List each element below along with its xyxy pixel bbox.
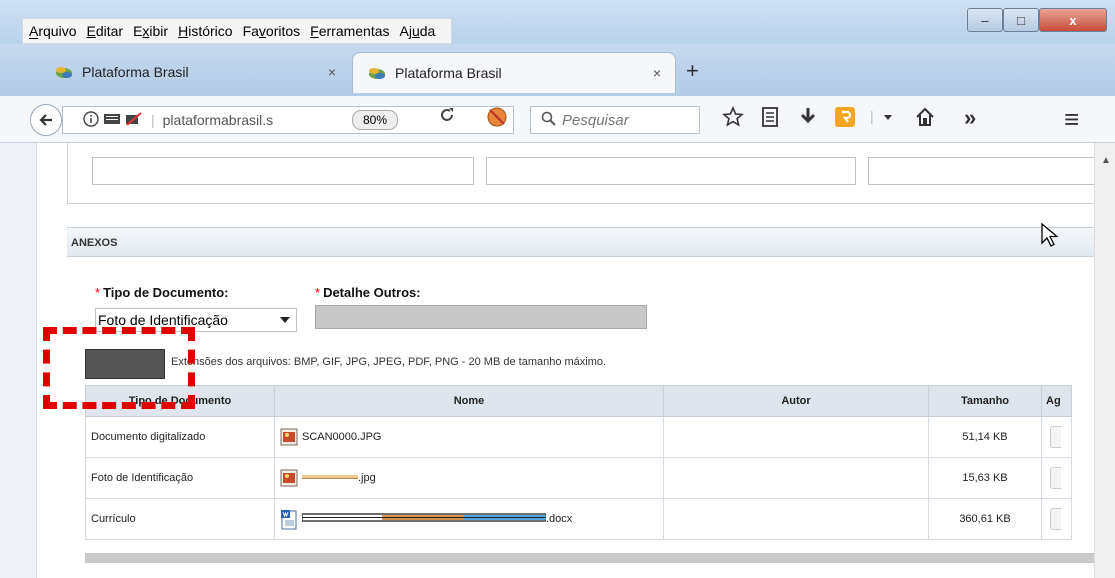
col-acoes[interactable]: Ag	[1041, 385, 1072, 417]
tab-close-icon[interactable]: ×	[328, 64, 336, 80]
hamburger-icon[interactable]: ≡	[1064, 104, 1079, 135]
tab-plataforma-brasil-2[interactable]: Plataforma Brasil ×	[352, 52, 676, 93]
cell-autor	[663, 416, 929, 458]
col-tamanho[interactable]: Tamanho	[928, 385, 1042, 417]
new-tab-button[interactable]: +	[686, 58, 699, 84]
maximize-button[interactable]: □	[1003, 8, 1039, 32]
file-word-icon	[280, 509, 298, 530]
row-action-button[interactable]	[1050, 467, 1061, 489]
cell-autor	[663, 457, 929, 499]
text-field-2[interactable]	[486, 157, 856, 185]
extensions-note: Extensões dos arquivos: BMP, GIF, JPG, J…	[171, 356, 607, 368]
menu-ajuda[interactable]: Ajuda	[400, 23, 436, 39]
chevron-down-icon	[280, 317, 290, 323]
table-footer	[85, 553, 1095, 563]
cell-tipo: Documento digitalizado	[85, 416, 275, 458]
table-row: Currículo .docx 360,61 KB	[85, 498, 1072, 540]
favicon-icon	[367, 65, 387, 81]
bookmarks-list-icon[interactable]	[760, 106, 780, 134]
anexos-section-header: ANEXOS	[67, 227, 1097, 257]
cell-tipo: Currículo	[85, 498, 275, 540]
browser-window: Arquivo Editar Exibir Histórico Favorito…	[0, 0, 1115, 578]
maximize-icon: □	[1017, 12, 1025, 28]
text-field-1[interactable]	[92, 157, 474, 185]
detalhe-outros-label: * Detalhe Outros:	[315, 285, 421, 300]
table-row: Documento digitalizado SCAN0000.JPG 51,1…	[85, 416, 1072, 458]
tab-title: Plataforma Brasil	[82, 64, 189, 80]
close-window-button[interactable]: x	[1039, 8, 1107, 32]
cell-nome[interactable]: .jpg	[274, 457, 664, 499]
back-button[interactable]	[30, 104, 62, 136]
redacted-filename	[302, 472, 358, 484]
cell-nome[interactable]: .docx	[274, 498, 664, 540]
favicon-icon	[54, 64, 74, 80]
tab-close-icon[interactable]: ×	[653, 65, 661, 81]
url-text[interactable]: plataformabrasil.s	[163, 112, 274, 128]
menu-historico[interactable]: Histórico	[178, 23, 232, 39]
redacted-filename	[301, 512, 547, 527]
no-video-icon[interactable]	[125, 111, 143, 129]
cell-acao[interactable]	[1041, 498, 1072, 540]
reload-icon[interactable]	[438, 106, 456, 130]
menu-editar[interactable]: Editar	[86, 23, 123, 39]
download-icon[interactable]	[798, 106, 818, 134]
back-arrow-icon	[39, 114, 52, 126]
menu-arquivo[interactable]: Arquivo	[29, 23, 76, 39]
adblock-icon[interactable]	[486, 106, 508, 134]
navigation-bar: | plataformabrasil.s 80% Pesquisar | » ≡	[0, 96, 1115, 143]
detalhe-outros-field[interactable]	[315, 305, 647, 329]
tab-title: Plataforma Brasil	[395, 65, 502, 81]
star-icon[interactable]	[722, 105, 744, 134]
cell-nome[interactable]: SCAN0000.JPG	[274, 416, 664, 458]
row-action-button[interactable]	[1050, 426, 1061, 448]
cell-tipo: Foto de Identificação	[85, 457, 275, 499]
table-row: Foto de Identificação .jpg 15,63 KB	[85, 457, 1072, 499]
file-image-icon	[280, 468, 298, 488]
attachments-table: Tipo de Documento Nome Autor Tamanho Ag …	[85, 385, 1072, 540]
cell-autor	[663, 498, 929, 540]
minimize-icon: –	[981, 12, 989, 28]
title-bar: Arquivo Editar Exibir Histórico Favorito…	[0, 0, 1115, 44]
text-field-3[interactable]	[868, 157, 1100, 185]
row-action-button[interactable]	[1050, 508, 1061, 530]
cell-acao[interactable]	[1041, 457, 1072, 499]
col-autor[interactable]: Autor	[663, 385, 929, 417]
section-title: ANEXOS	[71, 237, 118, 249]
extension-icon[interactable]	[834, 106, 856, 134]
tipo-documento-label: * Tipo de Documento:	[95, 285, 229, 300]
reader-icon[interactable]	[103, 112, 121, 129]
info-icon[interactable]	[83, 110, 99, 130]
search-input[interactable]: Pesquisar	[530, 106, 700, 134]
file-image-icon	[280, 427, 298, 447]
cell-tamanho: 51,14 KB	[928, 416, 1042, 458]
close-icon: x	[1069, 12, 1077, 28]
zoom-indicator[interactable]: 80%	[352, 110, 398, 130]
menu-bar: Arquivo Editar Exibir Histórico Favorito…	[22, 18, 453, 44]
menu-favoritos[interactable]: Favoritos	[243, 23, 301, 39]
cell-acao[interactable]	[1041, 416, 1072, 458]
overflow-icon[interactable]: »	[964, 105, 976, 131]
col-nome[interactable]: Nome	[274, 385, 664, 417]
vertical-scrollbar[interactable]: ▲	[1094, 143, 1115, 578]
scroll-up-icon[interactable]: ▲	[1101, 155, 1111, 166]
top-panel	[67, 143, 1100, 204]
menu-ferramentas[interactable]: Ferramentas	[310, 23, 389, 39]
cell-tamanho: 15,63 KB	[928, 457, 1042, 499]
annotation-highlight-box	[43, 327, 195, 409]
dropdown-icon[interactable]	[882, 108, 894, 132]
tab-strip: Plataforma Brasil × Plataforma Brasil × …	[0, 44, 1115, 96]
menu-exibir[interactable]: Exibir	[133, 23, 168, 39]
search-placeholder: Pesquisar	[562, 111, 629, 129]
tab-plataforma-brasil-1[interactable]: Plataforma Brasil ×	[40, 52, 350, 92]
minimize-button[interactable]: –	[967, 8, 1003, 32]
cursor-icon	[1040, 222, 1059, 253]
home-icon[interactable]	[914, 106, 936, 134]
search-icon	[541, 111, 556, 130]
cell-tamanho: 360,61 KB	[928, 498, 1042, 540]
